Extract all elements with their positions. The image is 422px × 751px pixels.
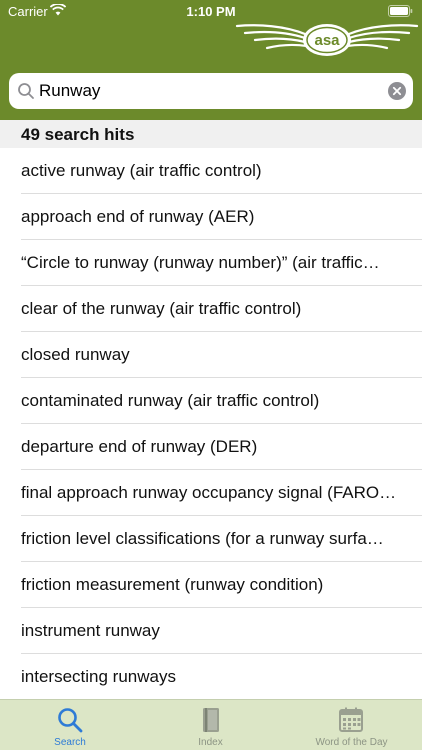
logo-text: asa	[314, 32, 340, 49]
list-item[interactable]: approach end of runway (AER)	[21, 194, 422, 240]
calendar-icon	[339, 707, 363, 732]
asa-logo: asa	[235, 24, 419, 56]
list-item[interactable]: friction measurement (runway condition)	[21, 562, 422, 608]
search-input[interactable]	[39, 73, 379, 109]
list-item-label: “Circle to runway (runway number)” (air …	[21, 253, 380, 272]
results-section-header: 49 search hits	[0, 120, 422, 148]
list-item-label: closed runway	[21, 345, 130, 364]
results-list: active runway (air traffic control) appr…	[0, 148, 422, 699]
list-item[interactable]: instrument runway	[21, 608, 422, 654]
search-icon	[18, 83, 34, 99]
list-item-label: friction measurement (runway condition)	[21, 575, 324, 594]
list-item-label: departure end of runway (DER)	[21, 437, 258, 456]
list-item[interactable]: contaminated runway (air traffic control…	[21, 378, 422, 424]
list-item[interactable]: friction level classifications (for a ru…	[21, 516, 422, 562]
tab-label: Search	[54, 737, 86, 748]
tab-search[interactable]: Search	[0, 700, 140, 751]
list-item-label: final approach runway occupancy signal (…	[21, 483, 397, 502]
list-item[interactable]: closed runway	[21, 332, 422, 378]
list-item[interactable]: active runway (air traffic control)	[21, 148, 422, 194]
tab-bar: Search Index Word of the Day	[0, 699, 422, 750]
search-hits-count: 49 search hits	[21, 125, 135, 144]
status-time: 1:10 PM	[186, 4, 236, 19]
book-icon	[203, 708, 219, 732]
list-item-label: approach end of runway (AER)	[21, 207, 255, 226]
list-item[interactable]: final approach runway occupancy signal (…	[21, 470, 422, 516]
tab-index[interactable]: Index	[140, 700, 281, 751]
list-item[interactable]: clear of the runway (air traffic control…	[21, 286, 422, 332]
tab-label: Index	[198, 737, 223, 748]
tab-label: Word of the Day	[315, 737, 388, 748]
list-item-label: instrument runway	[21, 621, 160, 640]
list-item-label: intersecting runways	[21, 667, 176, 686]
battery-icon	[388, 5, 413, 17]
tab-word-of-the-day[interactable]: Word of the Day	[281, 700, 422, 751]
list-item-label: friction level classifications (for a ru…	[21, 529, 384, 548]
search-bar[interactable]	[9, 73, 413, 109]
clear-search-icon[interactable]	[388, 82, 406, 100]
list-item[interactable]: “Circle to runway (runway number)” (air …	[21, 240, 422, 286]
list-item-label: clear of the runway (air traffic control…	[21, 299, 302, 318]
list-item-label: contaminated runway (air traffic control…	[21, 391, 320, 410]
status-bar: Carrier 1:10 PM	[0, 0, 422, 22]
search-icon	[58, 708, 83, 733]
app-header: Carrier 1:10 PM asa	[0, 0, 422, 120]
list-item[interactable]: intersecting runways	[21, 654, 422, 699]
list-item[interactable]: departure end of runway (DER)	[21, 424, 422, 470]
list-item-label: active runway (air traffic control)	[21, 161, 262, 180]
